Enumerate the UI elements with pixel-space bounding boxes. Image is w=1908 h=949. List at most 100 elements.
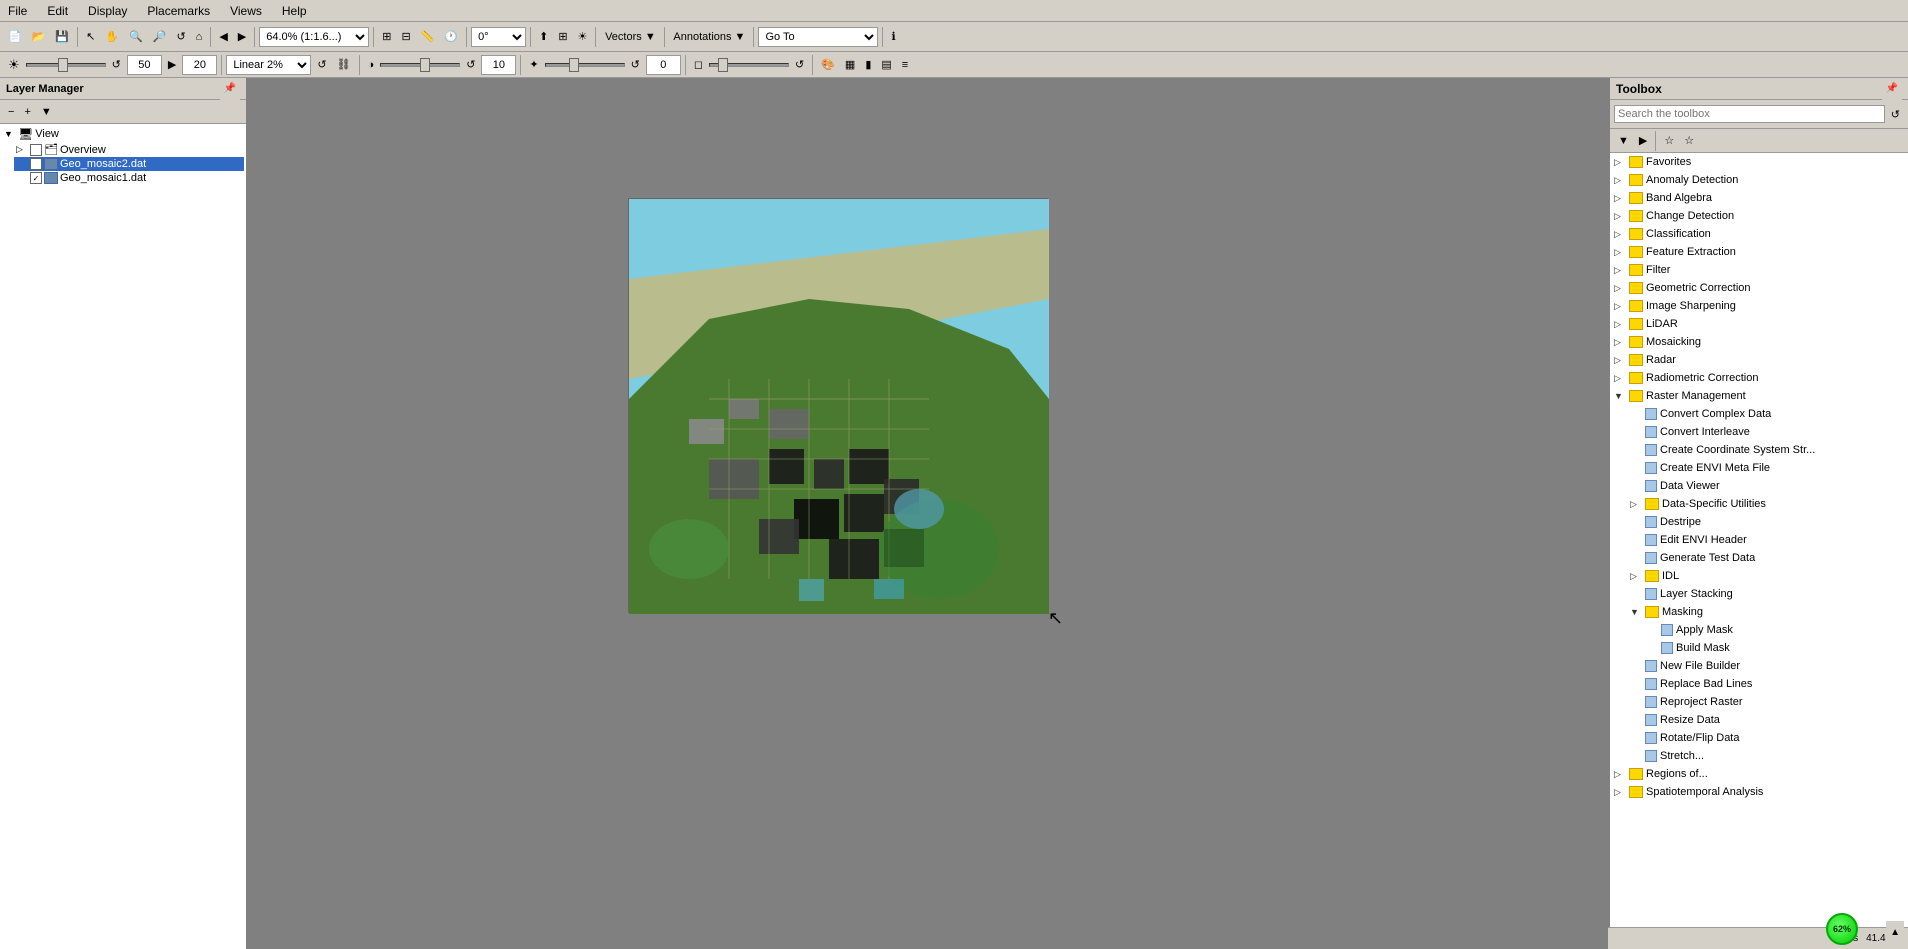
stretch-select[interactable]: Linear 2% [226, 55, 311, 75]
menu-edit[interactable]: Edit [43, 3, 72, 19]
map-area[interactable]: ↖ [248, 78, 1608, 949]
sun-button[interactable]: ☀ [574, 26, 592, 48]
tb-item-mosaicking[interactable]: ▷Mosaicking [1610, 333, 1908, 351]
tb-toggle-anomaly[interactable]: ▷ [1614, 175, 1626, 186]
tb-toggle-radiometric[interactable]: ▷ [1614, 373, 1626, 384]
tb-item-destripe[interactable]: Destripe [1610, 513, 1908, 531]
view-toggle[interactable]: ▼ [4, 129, 16, 139]
tb-item-regions-of[interactable]: ▷Regions of... [1610, 765, 1908, 783]
color-icon[interactable]: 🎨 [817, 54, 839, 76]
toolbox-expand[interactable]: ▶ [1635, 130, 1651, 152]
measure-tool[interactable]: 📏 [417, 26, 439, 48]
tb-toggle-raster-mgmt[interactable]: ▼ [1614, 391, 1626, 401]
transp-icon[interactable]: ◻ [690, 54, 707, 76]
tree-view-item[interactable]: ▼ 🖥 View [2, 126, 244, 142]
sun-icon[interactable]: ☀ [4, 54, 24, 76]
sharpness-input[interactable] [481, 55, 516, 75]
tree-overview-item[interactable]: ▷ 🗂 Overview [14, 142, 244, 157]
tb-item-band-algebra[interactable]: ▷Band Algebra [1610, 189, 1908, 207]
pointer-tool[interactable]: ↖ [82, 26, 99, 48]
new-button[interactable]: 📄 [4, 26, 26, 48]
tb-item-apply-mask[interactable]: Apply Mask [1610, 621, 1908, 639]
layers-icon[interactable]: ▦ [841, 54, 859, 76]
info-button[interactable]: ℹ [887, 26, 899, 48]
tb-item-data-specific[interactable]: ▷Data-Specific Utilities [1610, 495, 1908, 513]
display-icon[interactable]: ▮ [861, 54, 875, 76]
tb-item-favorites[interactable]: ▷Favorites [1610, 153, 1908, 171]
overview-toggle[interactable]: ▷ [16, 144, 28, 155]
extra-icon[interactable]: ≡ [898, 54, 912, 76]
menu-views[interactable]: Views [226, 3, 266, 19]
brightness-slider[interactable] [26, 63, 106, 67]
tb-item-raster-mgmt[interactable]: ▼Raster Management [1610, 387, 1908, 405]
toolbox-star1[interactable]: ☆ [1660, 130, 1678, 152]
tb-item-create-envi[interactable]: Create ENVI Meta File [1610, 459, 1908, 477]
contrast-reset[interactable]: ↺ [462, 54, 479, 76]
tb-item-layer-stacking[interactable]: Layer Stacking [1610, 585, 1908, 603]
tb-item-replace-bad[interactable]: Replace Bad Lines [1610, 675, 1908, 693]
refresh-button[interactable]: ↺ [172, 26, 189, 48]
tb-item-radar[interactable]: ▷Radar [1610, 351, 1908, 369]
toolbox-collapse[interactable]: ▼ [1614, 130, 1633, 152]
tb-toggle-data-specific[interactable]: ▷ [1630, 499, 1642, 510]
tb-item-new-file-builder[interactable]: New File Builder [1610, 657, 1908, 675]
brightness-play[interactable]: ▶ [164, 54, 180, 76]
tb-item-spatiotemporal[interactable]: ▷Spatiotemporal Analysis [1610, 783, 1908, 801]
transparency-slider[interactable] [709, 63, 789, 67]
brightness-input[interactable] [127, 55, 162, 75]
brightness-reset[interactable]: ↺ [108, 54, 125, 76]
tb-item-convert-complex[interactable]: Convert Complex Data [1610, 405, 1908, 423]
tb-item-lidar[interactable]: ▷LiDAR [1610, 315, 1908, 333]
home-button[interactable]: ⌂ [192, 26, 207, 48]
tb-item-filter[interactable]: ▷Filter [1610, 261, 1908, 279]
tb-toggle-lidar[interactable]: ▷ [1614, 319, 1626, 330]
file1-checkbox[interactable] [30, 158, 42, 170]
menu-file[interactable]: File [4, 3, 31, 19]
tb-item-rotate-flip[interactable]: Rotate/Flip Data [1610, 729, 1908, 747]
layer-expand-all[interactable]: + [20, 101, 34, 123]
menu-display[interactable]: Display [84, 3, 131, 19]
stretch-refresh[interactable]: ↺ [313, 54, 330, 76]
toolbox-pin-button[interactable]: 📌 [1882, 78, 1902, 100]
transparency-input[interactable] [646, 55, 681, 75]
status-button[interactable]: ▲ [1886, 921, 1904, 943]
rotation-select[interactable]: 0° [471, 27, 526, 47]
north-arrow[interactable]: ⬆ [535, 26, 552, 48]
contrast-slider[interactable] [380, 63, 460, 67]
annotations-btn[interactable]: Annotations ▼ [669, 26, 749, 48]
menu-help[interactable]: Help [278, 3, 311, 19]
tb-item-image-sharpening[interactable]: ▷Image Sharpening [1610, 297, 1908, 315]
tb-toggle-masking[interactable]: ▼ [1630, 607, 1642, 617]
tb-item-idl[interactable]: ▷IDL [1610, 567, 1908, 585]
layer-collapse-all[interactable]: − [4, 101, 18, 123]
next-view[interactable]: ▶ [234, 26, 250, 48]
sharpness-slider[interactable] [545, 63, 625, 67]
tb-item-geometric-correction[interactable]: ▷Geometric Correction [1610, 279, 1908, 297]
tb-toggle-band-algebra[interactable]: ▷ [1614, 193, 1626, 204]
toolbox-search-input[interactable] [1614, 105, 1885, 123]
tb-item-build-mask[interactable]: Build Mask [1610, 639, 1908, 657]
zoom-full[interactable]: ⊟ [397, 26, 414, 48]
goto-select[interactable]: Go To [758, 27, 878, 47]
vectors-btn[interactable]: Vectors ▼ [600, 26, 660, 48]
zoom-fit[interactable]: ⊞ [378, 26, 395, 48]
stretch-chain[interactable]: ⛓ [333, 54, 355, 76]
save-button[interactable]: 💾 [51, 26, 73, 48]
zoom-in-tool[interactable]: 🔍 [125, 26, 147, 48]
tb-item-data-viewer[interactable]: Data Viewer [1610, 477, 1908, 495]
tb-item-edit-envi[interactable]: Edit ENVI Header [1610, 531, 1908, 549]
menu-placemarks[interactable]: Placemarks [143, 3, 214, 19]
contrast-input[interactable] [182, 55, 217, 75]
tb-item-change-detection[interactable]: ▷Change Detection [1610, 207, 1908, 225]
prev-view[interactable]: ◀ [215, 26, 231, 48]
layer-pin-button[interactable]: 📌 [220, 78, 240, 100]
sharpness-icon[interactable]: ✦ [525, 54, 542, 76]
tb-item-convert-interleave[interactable]: Convert Interleave [1610, 423, 1908, 441]
pan-tool[interactable]: ✋ [101, 26, 123, 48]
tb-toggle-mosaicking[interactable]: ▷ [1614, 337, 1626, 348]
toolbox-star2[interactable]: ☆ [1680, 130, 1698, 152]
tb-toggle-favorites[interactable]: ▷ [1614, 157, 1626, 168]
tb-item-generate-test[interactable]: Generate Test Data [1610, 549, 1908, 567]
overview-checkbox[interactable] [30, 144, 42, 156]
tb-toggle-spatiotemporal[interactable]: ▷ [1614, 787, 1626, 798]
